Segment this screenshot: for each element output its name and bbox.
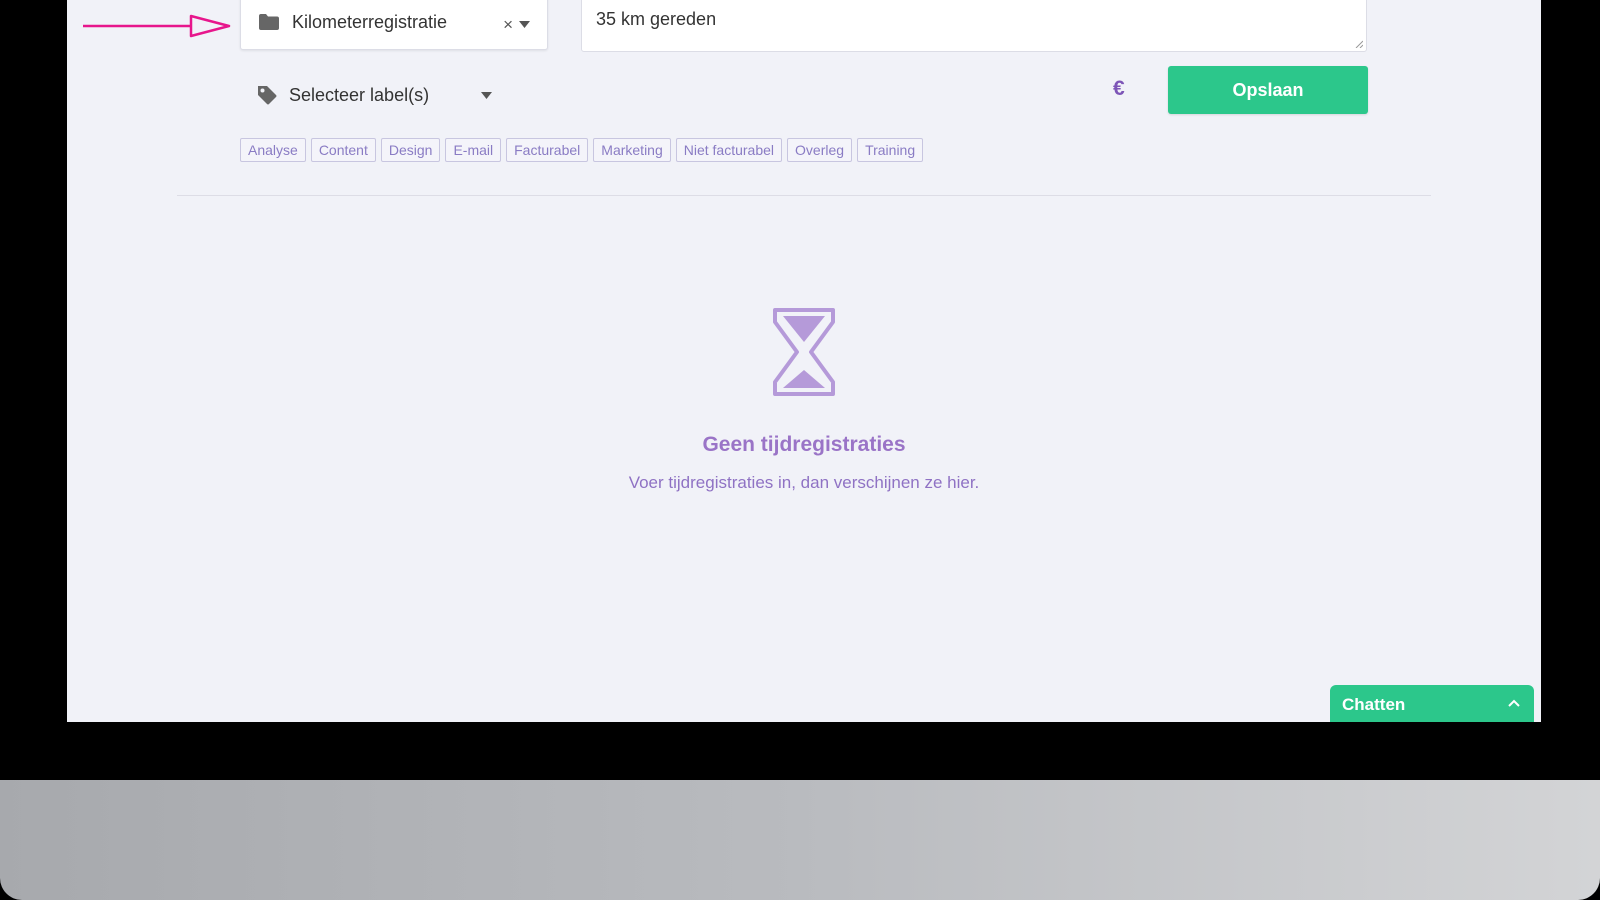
tag-niet-facturabel[interactable]: Niet facturabel — [675, 138, 783, 162]
chat-label: Chatten — [1342, 695, 1406, 714]
description-value: 35 km gereden — [596, 9, 717, 29]
empty-state-title: Geen tijdregistraties — [702, 433, 906, 456]
tag-marketing[interactable]: Marketing — [593, 138, 671, 162]
description-input[interactable]: 35 km gereden — [581, 0, 1367, 52]
empty-state-subtitle: Voer tijdregistraties in, dan verschijne… — [628, 473, 980, 492]
tag-facturabel[interactable]: Facturabel — [506, 138, 589, 162]
resize-handle-icon[interactable] — [1355, 40, 1363, 48]
project-select-value: Kilometerregistratie — [292, 11, 448, 32]
arrow-annotation — [83, 14, 231, 38]
tag-content[interactable]: Content — [310, 138, 376, 162]
hourglass-icon — [773, 308, 835, 396]
label-select-placeholder: Selecteer label(s) — [289, 84, 430, 105]
tag-training[interactable]: Training — [857, 138, 924, 162]
label-select[interactable]: Selecteer label(s) — [257, 80, 493, 110]
tag-e-mail[interactable]: E-mail — [445, 138, 502, 162]
divider — [177, 195, 1431, 196]
clear-icon[interactable]: × — [503, 15, 513, 35]
chevron-down-icon[interactable] — [519, 21, 530, 28]
tag-design[interactable]: Design — [380, 138, 441, 162]
chevron-up-icon — [1508, 699, 1520, 707]
tag-analyse[interactable]: Analyse — [240, 138, 306, 162]
chevron-down-icon[interactable] — [481, 91, 493, 99]
tag-list: Analyse Content Design E-mail Facturabel… — [240, 138, 928, 162]
tag-icon — [258, 86, 277, 105]
billable-euro-toggle[interactable]: € — [1113, 77, 1125, 101]
folder-icon — [259, 14, 279, 30]
tag-overleg[interactable]: Overleg — [787, 138, 853, 162]
project-select[interactable]: Kilometerregistratie × — [240, 0, 548, 50]
laptop-bezel — [0, 780, 1600, 900]
save-button[interactable]: Opslaan — [1168, 66, 1368, 114]
chat-widget[interactable]: Chatten — [1330, 685, 1534, 722]
app-screen: Kilometerregistratie × 35 km gereden Sel… — [67, 0, 1541, 722]
